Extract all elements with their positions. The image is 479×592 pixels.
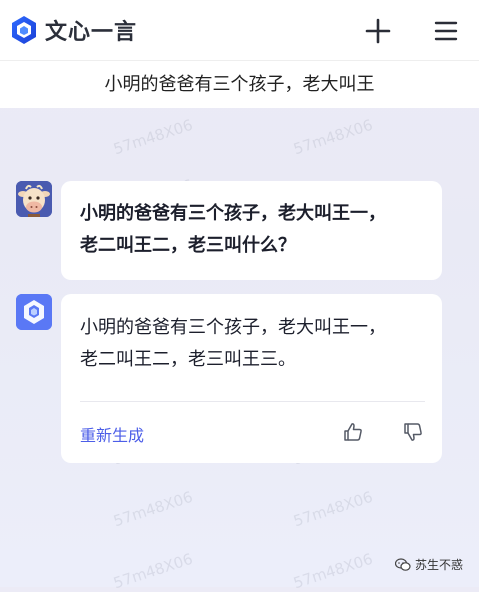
thumbs-up-icon [344, 423, 362, 441]
assistant-avatar [16, 294, 52, 330]
ernie-bot-logo-icon [16, 294, 52, 330]
menu-button[interactable] [433, 17, 459, 45]
source-name: 苏生不惑 [415, 558, 464, 572]
app-header: 文心一言 [0, 0, 479, 61]
watermark: 57m48X06 [111, 549, 195, 592]
watermark: 57m48X06 [291, 115, 375, 159]
thumbs-up-button[interactable] [343, 422, 363, 442]
watermark: 57m48X06 [111, 115, 195, 159]
watermark: 57m48X06 [111, 487, 195, 531]
assistant-message-line: 老二叫王二，老三叫王三。 [80, 349, 296, 370]
regenerate-button[interactable]: 重新生成 [80, 422, 144, 446]
user-message-line: 小明的爸爸有三个孩子，老大叫王一， [80, 203, 386, 224]
brand-logo[interactable]: 文心一言 [10, 13, 137, 47]
new-chat-button[interactable] [364, 17, 392, 45]
cow-avatar-icon [16, 181, 52, 217]
watermark: 57m48X06 [291, 549, 375, 592]
thumbs-down-icon [404, 423, 422, 441]
brand-name: 文心一言 [45, 20, 138, 45]
watermark: 57m48X06 [291, 487, 375, 531]
user-avatar [16, 181, 52, 217]
assistant-message-line: 小明的爸爸有三个孩子，老大叫王一， [80, 317, 386, 338]
divider [80, 401, 425, 402]
conversation-title: 小明的爸爸有三个孩子，老大叫王 [0, 61, 479, 108]
hamburger-menu-icon [434, 21, 458, 41]
thumbs-down-button[interactable] [403, 422, 423, 442]
wechat-icon [395, 557, 411, 571]
ernie-logo-icon [12, 16, 36, 44]
plus-icon [365, 18, 391, 44]
user-message-bubble: 小明的爸爸有三个孩子，老大叫王一， 老二叫王二，老三叫什么？ [61, 181, 442, 280]
user-message-line: 老二叫王二，老三叫什么？ [80, 235, 296, 256]
assistant-message-text: 小明的爸爸有三个孩子，老大叫王一， 老二叫王二，老三叫王三。 [80, 312, 425, 376]
assistant-message-bubble: 小明的爸爸有三个孩子，老大叫王一， 老二叫王二，老三叫王三。 重新生成 [61, 294, 442, 463]
source-tag: 苏生不惑 [395, 556, 463, 573]
